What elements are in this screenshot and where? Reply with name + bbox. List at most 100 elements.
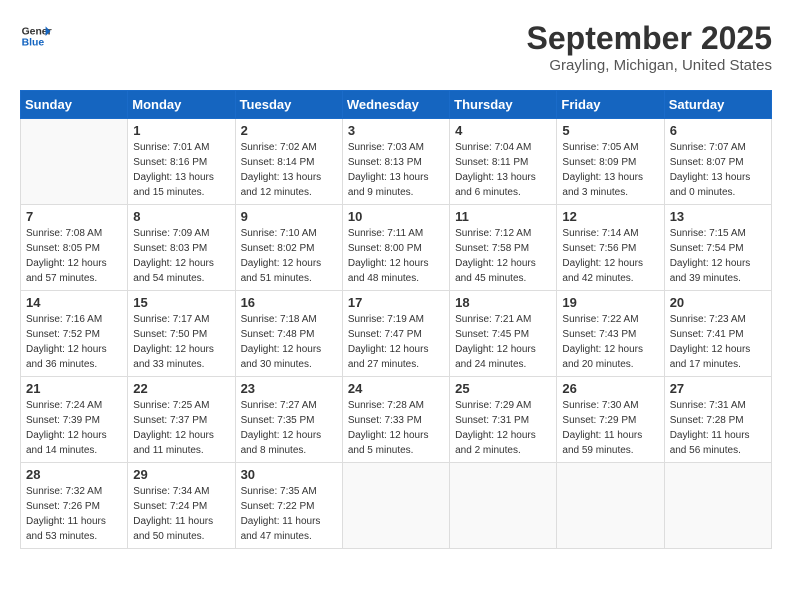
day-info: Sunrise: 7:12 AMSunset: 7:58 PMDaylight:… — [455, 226, 551, 286]
calendar-cell: 1 Sunrise: 7:01 AMSunset: 8:16 PMDaylight… — [128, 119, 235, 205]
day-info: Sunrise: 7:11 AMSunset: 8:00 PMDaylight:… — [348, 226, 444, 286]
calendar-cell: 12 Sunrise: 7:14 AMSunset: 7:56 PMDayligh… — [557, 205, 664, 291]
calendar-cell — [21, 119, 128, 205]
day-number: 1 — [133, 123, 229, 138]
location: Grayling, Michigan, United States — [527, 57, 772, 74]
day-info: Sunrise: 7:23 AMSunset: 7:41 PMDaylight:… — [670, 312, 766, 372]
weekday-header: Monday — [128, 91, 235, 119]
calendar-cell — [450, 463, 557, 549]
calendar-cell: 21 Sunrise: 7:24 AMSunset: 7:39 PMDayligh… — [21, 377, 128, 463]
logo: General Blue — [20, 20, 52, 52]
calendar-week-row: 7Sunrise: 7:08 AMSunset: 8:05 PMDaylight… — [21, 205, 772, 291]
day-info: Sunrise: 7:16 AMSunset: 7:52 PMDaylight:… — [26, 312, 122, 372]
calendar-cell: 15Sunrise: 7:17 AMSunset: 7:50 PMDayligh… — [128, 291, 235, 377]
calendar-cell: 19 Sunrise: 7:22 AMSunset: 7:43 PMDayligh… — [557, 291, 664, 377]
day-number: 21 — [26, 381, 122, 396]
day-number: 4 — [455, 123, 551, 138]
day-info: Sunrise: 7:21 AMSunset: 7:45 PMDaylight:… — [455, 312, 551, 372]
day-info: Sunrise: 7:28 AMSunset: 7:33 PMDaylight:… — [348, 398, 444, 458]
calendar-cell: 24 Sunrise: 7:28 AMSunset: 7:33 PMDayligh… — [342, 377, 449, 463]
day-number: 6 — [670, 123, 766, 138]
day-info: Sunrise: 7:25 AMSunset: 7:37 PMDaylight:… — [133, 398, 229, 458]
weekday-header: Wednesday — [342, 91, 449, 119]
svg-text:Blue: Blue — [22, 38, 45, 49]
day-number: 16 — [241, 295, 337, 310]
calendar-cell: 23 Sunrise: 7:27 AMSunset: 7:35 PMDayligh… — [235, 377, 342, 463]
calendar-cell: 4 Sunrise: 7:04 AMSunset: 8:11 PMDaylight… — [450, 119, 557, 205]
day-number: 24 — [348, 381, 444, 396]
calendar-cell: 7Sunrise: 7:08 AMSunset: 8:05 PMDaylight… — [21, 205, 128, 291]
day-number: 28 — [26, 467, 122, 482]
day-info: Sunrise: 7:30 AMSunset: 7:29 PMDaylight:… — [562, 398, 658, 458]
day-info: Sunrise: 7:19 AMSunset: 7:47 PMDaylight:… — [348, 312, 444, 372]
calendar-header-row: SundayMondayTuesdayWednesdayThursdayFrid… — [21, 91, 772, 119]
calendar-cell: 22Sunrise: 7:25 AMSunset: 7:37 PMDayligh… — [128, 377, 235, 463]
day-info: Sunrise: 7:02 AMSunset: 8:14 PMDaylight:… — [241, 140, 337, 200]
weekday-header: Tuesday — [235, 91, 342, 119]
day-info: Sunrise: 7:07 AMSunset: 8:07 PMDaylight:… — [670, 140, 766, 200]
day-number: 2 — [241, 123, 337, 138]
day-number: 23 — [241, 381, 337, 396]
logo-icon: General Blue — [20, 20, 52, 52]
day-info: Sunrise: 7:27 AMSunset: 7:35 PMDaylight:… — [241, 398, 337, 458]
calendar-cell: 11 Sunrise: 7:12 AMSunset: 7:58 PMDayligh… — [450, 205, 557, 291]
day-info: Sunrise: 7:29 AMSunset: 7:31 PMDaylight:… — [455, 398, 551, 458]
calendar-cell: 16 Sunrise: 7:18 AMSunset: 7:48 PMDayligh… — [235, 291, 342, 377]
day-info: Sunrise: 7:34 AMSunset: 7:24 PMDaylight:… — [133, 484, 229, 544]
day-info: Sunrise: 7:15 AMSunset: 7:54 PMDaylight:… — [670, 226, 766, 286]
calendar-cell: 26 Sunrise: 7:30 AMSunset: 7:29 PMDayligh… — [557, 377, 664, 463]
day-number: 5 — [562, 123, 658, 138]
calendar-cell: 25Sunrise: 7:29 AMSunset: 7:31 PMDayligh… — [450, 377, 557, 463]
day-number: 3 — [348, 123, 444, 138]
calendar-cell: 28 Sunrise: 7:32 AMSunset: 7:26 PMDayligh… — [21, 463, 128, 549]
day-info: Sunrise: 7:04 AMSunset: 8:11 PMDaylight:… — [455, 140, 551, 200]
day-info: Sunrise: 7:18 AMSunset: 7:48 PMDaylight:… — [241, 312, 337, 372]
day-number: 27 — [670, 381, 766, 396]
day-number: 14 — [26, 295, 122, 310]
day-number: 15 — [133, 295, 229, 310]
calendar-table: SundayMondayTuesdayWednesdayThursdayFrid… — [20, 90, 772, 549]
calendar-cell: 18 Sunrise: 7:21 AMSunset: 7:45 PMDayligh… — [450, 291, 557, 377]
calendar-cell: 17Sunrise: 7:19 AMSunset: 7:47 PMDayligh… — [342, 291, 449, 377]
day-info: Sunrise: 7:01 AMSunset: 8:16 PMDaylight:… — [133, 140, 229, 200]
day-info: Sunrise: 7:22 AMSunset: 7:43 PMDaylight:… — [562, 312, 658, 372]
weekday-header: Sunday — [21, 91, 128, 119]
calendar-cell: 2 Sunrise: 7:02 AMSunset: 8:14 PMDaylight… — [235, 119, 342, 205]
calendar-cell: 10 Sunrise: 7:11 AMSunset: 8:00 PMDayligh… — [342, 205, 449, 291]
day-number: 20 — [670, 295, 766, 310]
day-number: 10 — [348, 209, 444, 224]
calendar-cell: 14 Sunrise: 7:16 AMSunset: 7:52 PMDayligh… — [21, 291, 128, 377]
day-info: Sunrise: 7:14 AMSunset: 7:56 PMDaylight:… — [562, 226, 658, 286]
day-info: Sunrise: 7:03 AMSunset: 8:13 PMDaylight:… — [348, 140, 444, 200]
calendar-week-row: 14 Sunrise: 7:16 AMSunset: 7:52 PMDayligh… — [21, 291, 772, 377]
page-header: General Blue September 2025 Grayling, Mi… — [20, 20, 772, 74]
day-number: 12 — [562, 209, 658, 224]
day-info: Sunrise: 7:24 AMSunset: 7:39 PMDaylight:… — [26, 398, 122, 458]
month-title: September 2025 — [527, 20, 772, 57]
calendar-cell: 9 Sunrise: 7:10 AMSunset: 8:02 PMDaylight… — [235, 205, 342, 291]
weekday-header: Saturday — [664, 91, 771, 119]
day-info: Sunrise: 7:31 AMSunset: 7:28 PMDaylight:… — [670, 398, 766, 458]
day-number: 18 — [455, 295, 551, 310]
calendar-cell — [342, 463, 449, 549]
day-info: Sunrise: 7:05 AMSunset: 8:09 PMDaylight:… — [562, 140, 658, 200]
day-info: Sunrise: 7:32 AMSunset: 7:26 PMDaylight:… — [26, 484, 122, 544]
calendar-cell: 5 Sunrise: 7:05 AMSunset: 8:09 PMDaylight… — [557, 119, 664, 205]
calendar-cell — [557, 463, 664, 549]
calendar-cell: 29Sunrise: 7:34 AMSunset: 7:24 PMDayligh… — [128, 463, 235, 549]
day-number: 19 — [562, 295, 658, 310]
day-info: Sunrise: 7:08 AMSunset: 8:05 PMDaylight:… — [26, 226, 122, 286]
day-number: 9 — [241, 209, 337, 224]
day-info: Sunrise: 7:10 AMSunset: 8:02 PMDaylight:… — [241, 226, 337, 286]
day-number: 30 — [241, 467, 337, 482]
day-number: 26 — [562, 381, 658, 396]
calendar-cell — [664, 463, 771, 549]
title-section: September 2025 Grayling, Michigan, Unite… — [527, 20, 772, 74]
day-number: 11 — [455, 209, 551, 224]
calendar-week-row: 21 Sunrise: 7:24 AMSunset: 7:39 PMDayligh… — [21, 377, 772, 463]
calendar-cell: 13Sunrise: 7:15 AMSunset: 7:54 PMDayligh… — [664, 205, 771, 291]
day-number: 8 — [133, 209, 229, 224]
calendar-cell: 3 Sunrise: 7:03 AMSunset: 8:13 PMDaylight… — [342, 119, 449, 205]
calendar-cell: 8Sunrise: 7:09 AMSunset: 8:03 PMDaylight… — [128, 205, 235, 291]
weekday-header: Friday — [557, 91, 664, 119]
